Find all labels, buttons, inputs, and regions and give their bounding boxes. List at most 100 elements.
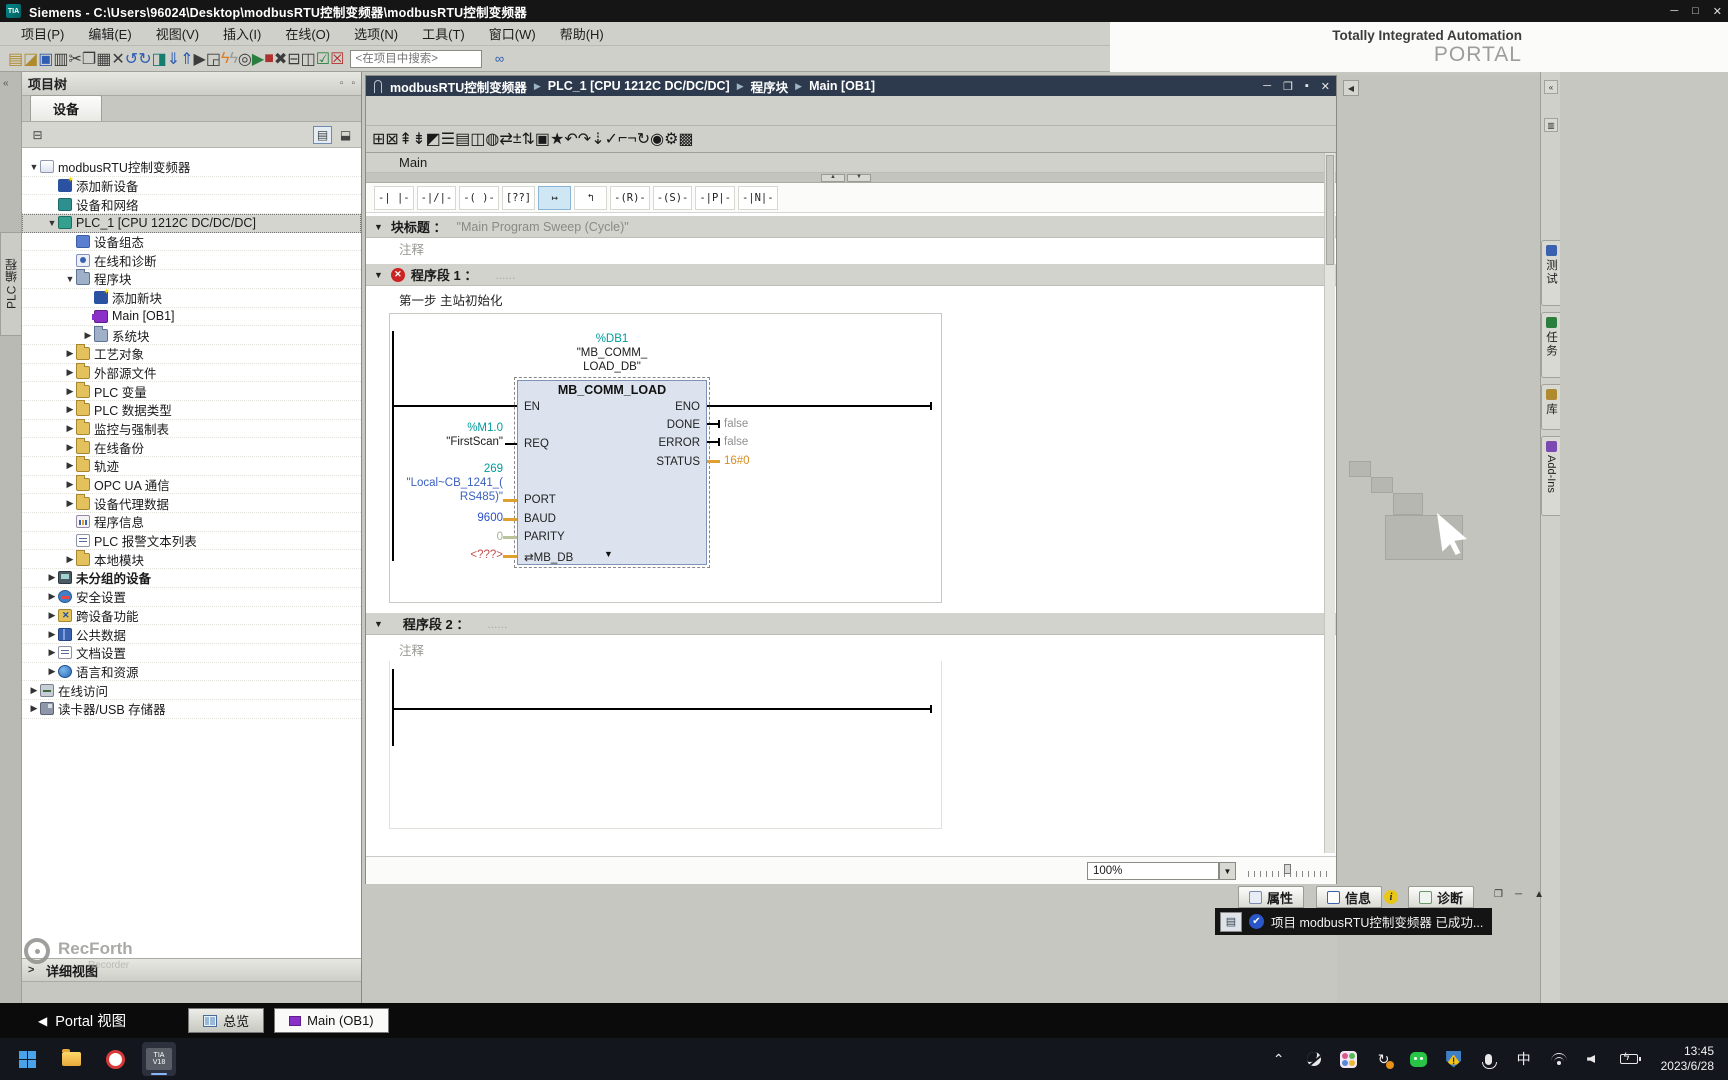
hide-ui-icon[interactable]: ☒ <box>330 49 344 69</box>
tree-ungrouped-devices[interactable]: 未分组的设备 <box>22 569 361 588</box>
lock-icon[interactable]: ▩ <box>678 129 693 149</box>
menu-online[interactable]: 在线(O) <box>274 22 341 45</box>
collapse-panel-icon[interactable]: ▫ <box>351 78 355 89</box>
breadcrumb-plc[interactable]: PLC_1 [CPU 1212C DC/DC/DC] <box>548 79 730 93</box>
tree-main-ob1[interactable]: Main [OB1] <box>22 308 361 327</box>
download-to-device-icon[interactable]: ⇓ <box>167 49 180 69</box>
error-monitor-value[interactable]: false <box>724 436 764 448</box>
menu-options[interactable]: 选项(N) <box>343 22 409 45</box>
tab-info[interactable]: 信息 <box>1316 886 1383 908</box>
zoom-level-select[interactable]: 100% <box>1087 862 1219 880</box>
parity-operand-value[interactable]: 0 <box>371 531 503 543</box>
menu-view[interactable]: 视图(V) <box>145 22 210 45</box>
pin-status[interactable]: STATUS <box>656 456 700 468</box>
close-branch-icon[interactable]: ¬ <box>627 130 636 148</box>
collapse-triangle-icon[interactable]: ▼ <box>374 222 383 232</box>
operand-order-icon[interactable]: ⇅ <box>522 129 535 149</box>
port-operand-address[interactable]: 269 <box>371 463 503 475</box>
positive-edge-button[interactable]: -|P|- <box>695 185 735 210</box>
recorder-app-icon[interactable] <box>98 1042 132 1076</box>
done-monitor-value[interactable]: false <box>724 418 764 430</box>
stop-simulation-icon[interactable]: ■ <box>264 50 274 68</box>
settings-icon[interactable]: ⚙ <box>664 129 678 149</box>
cross-reference-icon[interactable]: ✖ <box>274 49 287 69</box>
db-address[interactable]: %DB1 <box>517 332 707 346</box>
block-comment[interactable]: 注释 <box>366 238 1336 258</box>
delete-row-icon[interactable]: ⇟ <box>412 129 425 149</box>
tree-alarm-texts[interactable]: PLC 报警文本列表 <box>22 532 361 551</box>
zoom-dropdown-icon[interactable]: ▼ <box>1219 862 1236 880</box>
cut-icon[interactable]: ✂ <box>69 49 82 69</box>
tree-system-blocks[interactable]: 系统块 <box>22 325 361 345</box>
baud-operand-value[interactable]: 9600 <box>371 512 503 524</box>
tree-common-data[interactable]: 公共数据 <box>22 625 361 644</box>
taskcard-tasks[interactable]: 任务 <box>1541 312 1560 378</box>
tree-expander-icon[interactable] <box>64 442 76 453</box>
tree-local-modules[interactable]: 本地模块 <box>22 549 361 570</box>
menu-tools[interactable]: 工具(T) <box>411 22 476 45</box>
req-operand-address[interactable]: %M1.0 <box>371 422 503 434</box>
tab-devices[interactable]: 设备 <box>30 95 103 121</box>
collapse-networks-icon[interactable]: ▤ <box>455 129 470 149</box>
tree-expander-icon[interactable] <box>28 162 40 172</box>
inspector-expand-icon[interactable]: ▲ <box>1534 889 1544 900</box>
status-message[interactable]: 项目 modbusRTU控制变频器 已成功... <box>1271 912 1483 931</box>
copy-icon[interactable]: ❐ <box>82 49 96 69</box>
tree-expander-icon[interactable] <box>64 348 76 359</box>
tree-expander-icon[interactable] <box>46 610 58 621</box>
tray-chevron-icon[interactable]: ⌃ <box>1270 1050 1288 1068</box>
tree-view-details-icon[interactable]: ▤ <box>313 125 332 144</box>
undo-icon[interactable]: ↺ <box>125 49 138 69</box>
tree-project[interactable]: modbusRTU控制变频器 <box>22 158 361 177</box>
start-simulation-icon[interactable]: ▶ <box>252 49 264 69</box>
wifi-icon[interactable] <box>1550 1050 1568 1068</box>
volume-icon[interactable] <box>1585 1050 1603 1068</box>
overview-button[interactable]: 总览 <box>188 1008 265 1033</box>
tree-expander-icon[interactable] <box>64 498 76 509</box>
contact-no-button[interactable]: -| |- <box>374 185 414 210</box>
mb-comm-load-block[interactable]: MB_COMM_LOAD EN REQ PORT BAUD PARITY ⇄MB… <box>514 377 710 568</box>
inspector-float-icon[interactable]: ❐ <box>1494 889 1503 900</box>
taskcard-testing[interactable]: 测试 <box>1541 240 1560 306</box>
port-operand-name-line2[interactable]: RS485)" <box>371 491 503 503</box>
tree-device-proxy[interactable]: 设备代理数据 <box>22 493 361 514</box>
absolute-operands-icon[interactable]: ◫ <box>470 129 485 149</box>
media-app-icon[interactable] <box>1340 1050 1358 1068</box>
network2-canvas[interactable] <box>389 661 942 829</box>
collapse-triangle-icon[interactable]: ▼ <box>374 270 383 280</box>
tree-tech-objects[interactable]: 工艺对象 <box>22 344 361 364</box>
minimize-icon[interactable]: ─ <box>1670 5 1678 18</box>
tree-expander-icon[interactable] <box>64 460 76 471</box>
redo-icon[interactable]: ↻ <box>138 49 151 69</box>
collapse-triangle-icon[interactable]: ▼ <box>374 619 383 629</box>
breadcrumb-main-ob1[interactable]: Main [OB1] <box>809 79 875 93</box>
show-comments-icon[interactable]: ◍ <box>485 129 499 149</box>
block-title-bar[interactable]: ▼ 块标题 ： "Main Program Sweep (Cycle)" <box>366 216 1336 238</box>
save-project-icon[interactable]: ▣ <box>38 49 53 69</box>
zoom-slider[interactable] <box>1248 864 1330 877</box>
main-ob1-editor-tab[interactable]: Main (OB1) <box>274 1008 389 1033</box>
tree-expander-icon[interactable] <box>82 330 94 341</box>
battery-icon[interactable] <box>1619 1050 1641 1068</box>
tree-card-reader[interactable]: 读卡器/USB 存储器 <box>22 700 361 719</box>
pin-port[interactable]: PORT <box>524 494 556 506</box>
tree-doc-settings[interactable]: 文档设置 <box>22 644 361 663</box>
mbdb-operand-missing[interactable]: <???> <box>371 549 503 561</box>
search-input[interactable] <box>350 49 483 68</box>
tree-online-access[interactable]: 在线访问 <box>22 681 361 700</box>
microphone-icon[interactable] <box>1480 1050 1498 1069</box>
tree-expander-icon[interactable] <box>46 629 58 640</box>
tree-expander-icon[interactable] <box>46 218 58 228</box>
taskcard-addins[interactable]: Add-Ins <box>1541 436 1560 516</box>
network2-title-dots[interactable]: ...... <box>487 617 507 631</box>
tree-traces[interactable]: 轨迹 <box>22 456 361 476</box>
breadcrumb-blocks[interactable]: 程序块 <box>751 77 789 96</box>
tree-expander-icon[interactable] <box>64 554 76 565</box>
tree-devices-networks[interactable]: 设备和网络 <box>22 195 361 215</box>
float-panel-icon[interactable]: ▫ <box>340 78 344 89</box>
network1-title-dots[interactable]: ...... <box>495 268 515 282</box>
network1-comment[interactable]: 第一步 主站初始化 <box>366 289 1336 309</box>
file-explorer-icon[interactable] <box>54 1042 88 1076</box>
pin-error[interactable]: ERROR <box>658 437 700 449</box>
editor-restore-icon[interactable]: ❐ <box>1283 80 1293 93</box>
